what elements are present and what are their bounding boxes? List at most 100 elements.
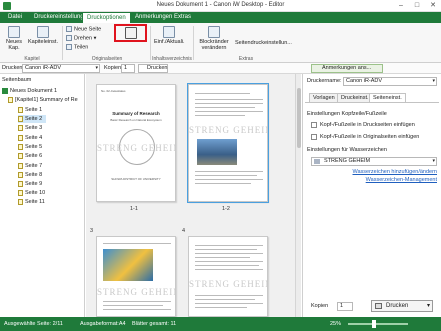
text-line: [195, 249, 257, 250]
text-line: [195, 269, 263, 270]
tree-page-10[interactable]: Seite 10: [18, 189, 45, 197]
new-chapter-label: Neues Kap.: [6, 39, 22, 51]
watermark-section-title: Einstellungen für Wasserzeichen: [307, 147, 387, 153]
text-line: [195, 175, 257, 176]
page-thumbnail-3[interactable]: STRENG GEHEIM: [96, 236, 176, 317]
tree-page-label: Seite 3: [25, 125, 43, 131]
split-label: Teilen: [74, 44, 89, 51]
tree-page-label: Seite 8: [25, 172, 43, 178]
text-line: [103, 309, 171, 310]
watermark-select[interactable]: STRENG GEHEIM ▾: [311, 157, 437, 166]
toc-insert-label: Einf./Aktuali.: [154, 39, 185, 45]
window-title: Neues Dokument 1 - Canon iW Desktop - Ed…: [156, 2, 285, 8]
page-icon: [18, 143, 23, 150]
text-line: [195, 111, 263, 112]
zoom-slider[interactable]: [348, 323, 408, 325]
tree-page-1[interactable]: Seite 1: [18, 106, 42, 114]
rotate-button[interactable]: Drehen ▾: [66, 35, 96, 41]
page-thumbnail-1-2[interactable]: STRENG GEHEIM: [187, 83, 269, 203]
tab-druckoptionen[interactable]: Druckoptionen: [82, 12, 131, 23]
ribbon-tab-bar: Datei Druckereinstellungen Druckoptionen…: [0, 12, 441, 23]
tree-page-label: Seite 6: [25, 153, 43, 159]
page-icon: [18, 124, 23, 131]
tree-page-8[interactable]: Seite 8: [18, 171, 42, 179]
page-preview-area: No. 02-Celestiales Summary of Research B…: [86, 74, 295, 317]
tab-datei[interactable]: Datei: [4, 12, 26, 23]
text-line: [103, 243, 171, 244]
tab-divider: [305, 102, 439, 103]
printer-label: Drucken: [2, 65, 23, 71]
group-chapter-label: Kapitel: [24, 56, 40, 62]
new-chapter-button[interactable]: Neues Kap.: [3, 26, 25, 51]
zoom-slider-handle[interactable]: [372, 320, 376, 328]
page-label-4: 4: [182, 228, 186, 234]
scrollbar-thumb[interactable]: [297, 88, 301, 148]
annotation-panel-tab[interactable]: Anmerkungen ans...: [311, 64, 383, 73]
text-line: [195, 99, 263, 100]
panel-printer-select[interactable]: Canon iR-ADV ▾: [343, 77, 437, 86]
chapter-settings-icon: [37, 26, 49, 38]
text-line: [195, 303, 263, 304]
page-icon: [18, 152, 23, 159]
page-tree-panel: Seitenbaum Neues Dokument 1 [Kapitel1] S…: [0, 74, 85, 317]
tree-document[interactable]: Neues Dokument 1: [2, 87, 57, 95]
close-button[interactable]: ✕: [425, 1, 441, 11]
toc-insert-button[interactable]: Einf./Aktuali.: [154, 26, 185, 45]
tree-page-7[interactable]: Seite 7: [18, 162, 42, 170]
page1-title: Summary of Research: [112, 111, 160, 116]
tree-page-label: Seite 4: [25, 135, 43, 141]
printer-select-value: Canon iR-ADV: [25, 65, 62, 71]
page-thumbnail-4[interactable]: STRENG GEHEIM: [188, 236, 268, 317]
insert-print-headfoot-checkbox[interactable]: [311, 122, 317, 128]
tree-page-6[interactable]: Seite 6: [18, 152, 42, 160]
panel-printer-value: Canon iR-ADV: [346, 78, 383, 84]
tree-page-5[interactable]: Seite 5: [18, 143, 42, 151]
group-originals-label: Originalseiten: [91, 56, 123, 62]
text-line: [195, 115, 245, 116]
page-icon: [18, 106, 23, 113]
watermark-text: STRENG GEHEIM: [189, 125, 268, 135]
split-button[interactable]: Teilen: [66, 44, 88, 50]
tree-page-9[interactable]: Seite 9: [18, 180, 42, 188]
watermark-icon: [314, 159, 320, 164]
ribbon-separator: [62, 26, 63, 60]
block-margin-button[interactable]: Blockränder verändern: [197, 26, 231, 51]
tree-page-4[interactable]: Seite 4: [18, 134, 42, 142]
watermark-text: STRENG GEHEIM: [97, 287, 176, 297]
text-line: [195, 179, 263, 180]
toc-icon: [163, 26, 175, 38]
copies-input[interactable]: 1: [121, 64, 135, 73]
tree-chapter[interactable]: [Kapitel1] Summary of Re: [8, 96, 78, 104]
tree-page-label: Seite 7: [25, 163, 43, 169]
minimize-button[interactable]: –: [393, 1, 409, 11]
panel-print-button[interactable]: Drucken ▾: [371, 300, 433, 312]
page-icon: [18, 189, 23, 196]
ribbon-separator: [150, 26, 151, 60]
status-output-format: Ausgabeformat:A4: [80, 321, 126, 327]
insert-original-headfoot-checkbox[interactable]: [311, 134, 317, 140]
page1-subtitle: Basic Research on Natural Ecosystem: [110, 118, 162, 122]
page-print-settings-button[interactable]: Seitendruckeinstellun...: [235, 40, 292, 46]
tree-document-label: Neues Dokument 1: [10, 88, 58, 94]
panel-copies-input[interactable]: 1: [337, 302, 353, 311]
tree-page-11[interactable]: Seite 11: [18, 198, 45, 206]
copies-label: Kopien: [104, 65, 122, 71]
tree-page-3[interactable]: Seite 3: [18, 124, 42, 132]
page-thumbnail-1-1[interactable]: No. 02-Celestiales Summary of Research B…: [96, 84, 176, 202]
text-line: [195, 265, 259, 266]
toolbar-print-button[interactable]: Drucken: [138, 64, 168, 73]
tree-page-2[interactable]: Seite 2: [18, 115, 47, 123]
chevron-down-icon: ▾: [426, 303, 430, 309]
status-selected-page: Ausgewählte Seite: 2/11: [4, 321, 63, 327]
chapter-settings-button[interactable]: Kapiteleinst.: [28, 26, 58, 45]
printer-select[interactable]: Canon iR-ADV ▾: [22, 64, 100, 73]
new-page-button[interactable]: Neue Seite: [66, 26, 101, 32]
watermark-management-link[interactable]: Wasserzeichen-Management: [366, 176, 437, 185]
page-icon: [18, 171, 23, 178]
maximize-button[interactable]: □: [409, 1, 425, 11]
tab-extras[interactable]: Extras: [170, 12, 195, 23]
new-chapter-icon: [8, 26, 20, 38]
preview-scrollbar[interactable]: [295, 74, 301, 317]
ribbon: Neues Kap. Kapiteleinst. Neue Seite Dreh…: [0, 23, 441, 63]
page-icon: [18, 134, 23, 141]
